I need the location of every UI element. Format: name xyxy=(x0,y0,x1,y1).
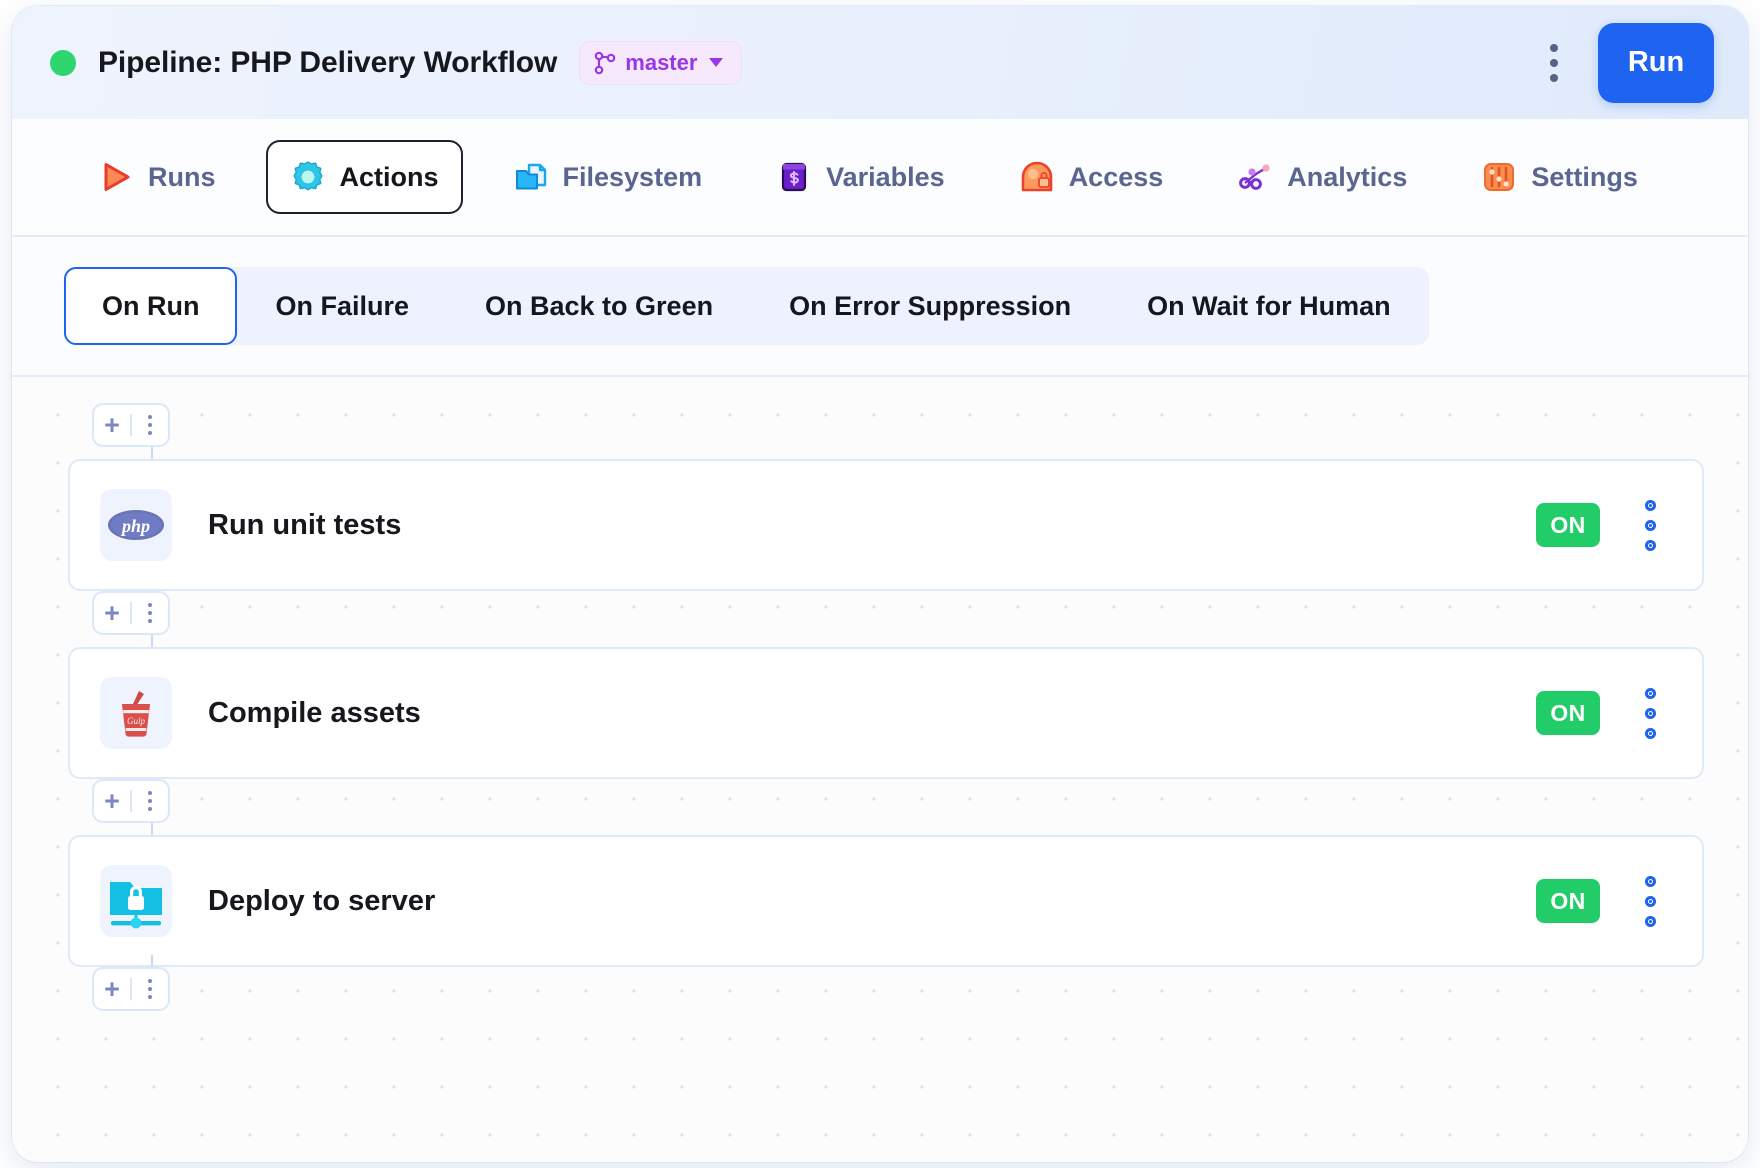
plus-icon[interactable]: + xyxy=(94,593,130,633)
svg-text:Gulp: Gulp xyxy=(127,716,146,726)
gulp-icon: Gulp xyxy=(100,677,172,749)
nav-item-runs[interactable]: Runs xyxy=(74,140,240,214)
node-graph-icon xyxy=(1239,164,1270,190)
nav-item-settings[interactable]: Settings xyxy=(1457,140,1662,214)
nav-item-analytics[interactable]: Analytics xyxy=(1213,140,1431,214)
add-step-row-4: + xyxy=(34,955,1726,1023)
nav-item-filesystem[interactable]: Filesystem xyxy=(489,140,727,214)
folder-file-icon xyxy=(515,163,546,190)
nav-item-actions[interactable]: Actions xyxy=(265,140,463,214)
add-step-menu-icon[interactable] xyxy=(132,969,168,1009)
subtab-on-run[interactable]: On Run xyxy=(64,267,238,345)
sliders-icon xyxy=(1484,163,1515,191)
subtab-on-failure[interactable]: On Failure xyxy=(237,267,447,345)
nav-item-access[interactable]: Access xyxy=(995,140,1188,214)
add-step-menu-icon[interactable] xyxy=(132,593,168,633)
add-step-menu-icon[interactable] xyxy=(132,781,168,821)
php-icon: php xyxy=(100,489,172,561)
action-toggle-on[interactable]: ON xyxy=(1536,503,1600,547)
pipeline-options-button[interactable] xyxy=(1532,36,1576,90)
play-triangle-icon xyxy=(104,163,130,191)
add-step-pill-1[interactable]: + xyxy=(92,403,170,447)
action-toggle-on[interactable]: ON xyxy=(1536,691,1600,735)
trigger-subtabs-bar: On Run On Failure On Back to Green On Er… xyxy=(12,237,1748,377)
branch-label: master xyxy=(625,49,698,75)
nav-label-variables: Variables xyxy=(826,161,945,192)
gear-icon xyxy=(292,161,323,191)
nav-label-runs: Runs xyxy=(148,161,216,192)
svg-text:php: php xyxy=(120,516,150,536)
subtab-on-error-suppression[interactable]: On Error Suppression xyxy=(751,267,1109,345)
sftp-lock-folder-icon xyxy=(100,865,172,937)
action-title: Deploy to server xyxy=(208,884,436,917)
git-branch-icon xyxy=(594,51,616,74)
branch-selector[interactable]: master xyxy=(579,40,743,85)
nav-label-access: Access xyxy=(1068,161,1164,192)
pipeline-status-dot xyxy=(50,49,76,76)
trigger-subtabs: On Run On Failure On Back to Green On Er… xyxy=(64,267,1429,345)
user-lock-icon xyxy=(1021,161,1052,192)
add-step-row-1: + xyxy=(34,403,1726,461)
plus-icon[interactable]: + xyxy=(94,405,130,445)
nav-label-filesystem: Filesystem xyxy=(562,161,703,192)
add-step-pill-4[interactable]: + xyxy=(92,967,170,1011)
plus-icon[interactable]: + xyxy=(94,781,130,821)
action-menu-button[interactable] xyxy=(1626,489,1674,561)
add-step-row-2: + xyxy=(34,591,1726,647)
action-toggle-on[interactable]: ON xyxy=(1536,879,1600,923)
nav-label-actions: Actions xyxy=(339,161,439,192)
pipeline-app-window: Pipeline: PHP Delivery Workflow master R… xyxy=(12,6,1748,1162)
actions-flow: + php Run unit tests ON + Gulp Compile a… xyxy=(12,377,1748,1023)
action-card-deploy-to-server[interactable]: Deploy to server ON xyxy=(68,835,1704,967)
add-step-row-3: + xyxy=(34,779,1726,835)
action-card-run-unit-tests[interactable]: php Run unit tests ON xyxy=(68,459,1704,591)
action-title: Run unit tests xyxy=(208,508,402,541)
run-button[interactable]: Run xyxy=(1598,22,1714,103)
action-menu-button[interactable] xyxy=(1626,677,1674,749)
subtab-on-wait-for-human[interactable]: On Wait for Human xyxy=(1109,267,1429,345)
dollar-box-icon xyxy=(781,162,807,192)
chevron-down-icon xyxy=(709,58,724,67)
primary-nav: Runs Actions Filesystem Variables Access… xyxy=(12,119,1748,237)
titlebar: Pipeline: PHP Delivery Workflow master R… xyxy=(12,6,1748,119)
nav-label-analytics: Analytics xyxy=(1287,161,1408,192)
action-card-compile-assets[interactable]: Gulp Compile assets ON xyxy=(68,647,1704,779)
nav-item-variables[interactable]: Variables xyxy=(752,140,969,214)
add-step-pill-3[interactable]: + xyxy=(92,779,170,823)
actions-canvas: + php Run unit tests ON + Gulp Compile a… xyxy=(12,377,1748,1162)
plus-icon[interactable]: + xyxy=(94,969,130,1009)
action-menu-button[interactable] xyxy=(1626,865,1674,937)
subtab-on-back-to-green[interactable]: On Back to Green xyxy=(447,267,751,345)
add-step-pill-2[interactable]: + xyxy=(92,591,170,635)
add-step-menu-icon[interactable] xyxy=(132,405,168,445)
page-title: Pipeline: PHP Delivery Workflow xyxy=(98,45,558,79)
action-title: Compile assets xyxy=(208,696,421,729)
nav-label-settings: Settings xyxy=(1531,161,1638,192)
